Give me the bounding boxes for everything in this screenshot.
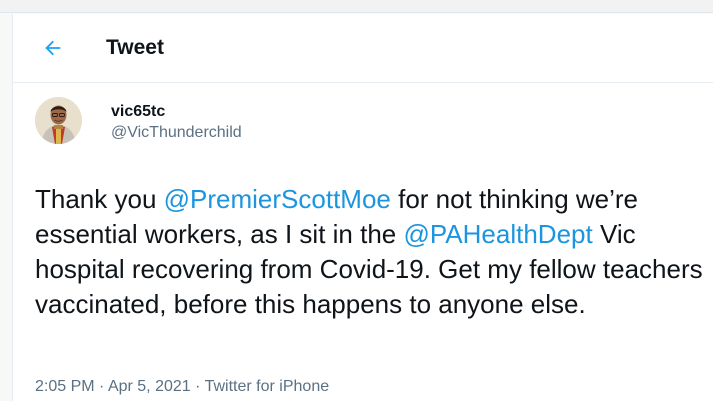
tweet-panel: Tweet vic65tc @VicThunderchild Thank you… [12, 14, 713, 401]
tweet-author[interactable]: vic65tc @VicThunderchild [111, 102, 242, 144]
avatar[interactable] [35, 97, 82, 144]
mention-link[interactable]: @PAHealthDept [403, 219, 592, 249]
meta-separator: · [94, 378, 108, 395]
tweet-text: Thank you @PremierScottMoe for not think… [35, 182, 711, 322]
meta-separator: · [190, 378, 205, 395]
page-title: Tweet [106, 36, 164, 59]
tweet-source[interactable]: Twitter for iPhone [205, 378, 330, 395]
mention-link[interactable]: @PremierScottMoe [164, 184, 391, 214]
author-display-name[interactable]: vic65tc [111, 102, 242, 122]
browser-top-strip [0, 0, 713, 13]
back-button[interactable] [37, 32, 69, 64]
tweet-text-part: Thank you [35, 184, 164, 214]
page-header: Tweet [13, 14, 713, 83]
tweet-meta: 2:05 PM · Apr 5, 2021 · Twitter for iPho… [35, 376, 329, 398]
arrow-left-icon [45, 40, 61, 56]
avatar-photo [35, 97, 82, 144]
author-handle[interactable]: @VicThunderchild [111, 122, 242, 144]
tweet-time[interactable]: 2:05 PM [35, 378, 95, 395]
tweet-date[interactable]: Apr 5, 2021 [108, 378, 191, 395]
